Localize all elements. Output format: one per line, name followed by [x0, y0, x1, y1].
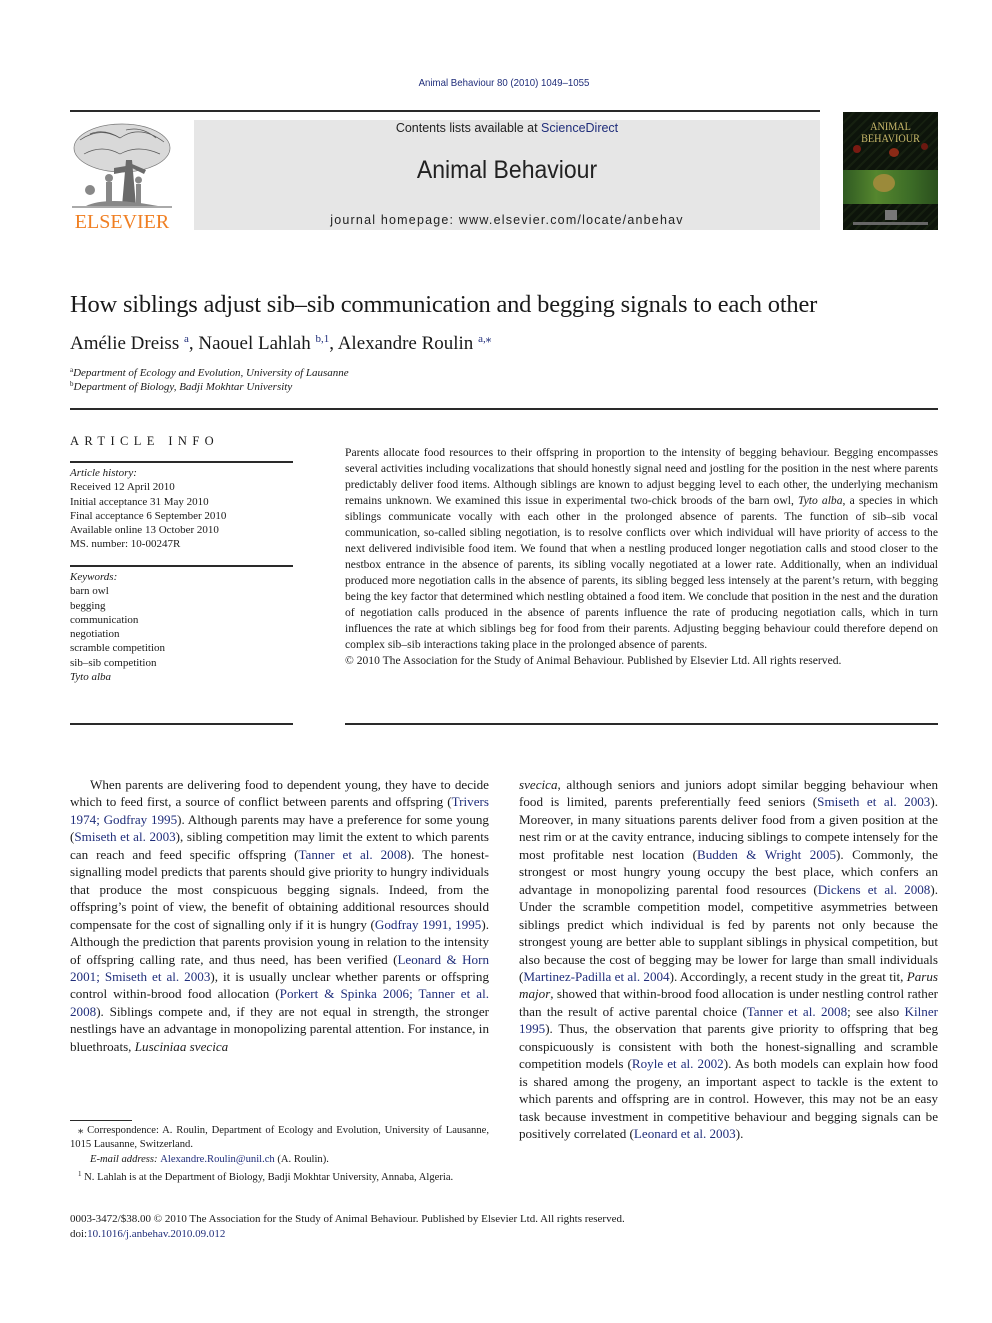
issn-copyright-line: 0003-3472/$38.00 © 2010 The Association …: [70, 1213, 625, 1225]
cover-berry: [853, 145, 861, 153]
section-rule: [70, 408, 938, 410]
citation-link[interactable]: Tanner et al. 2008: [298, 847, 406, 862]
author-separator: ,: [188, 333, 199, 354]
body-text: ).: [735, 1126, 744, 1142]
author-name: Alexandre Roulin: [337, 333, 474, 354]
keyword: barn owl: [70, 585, 109, 598]
author-affiliation-mark[interactable]: b,1: [316, 333, 330, 345]
journal-homepage[interactable]: journal homepage: www.elsevier.com/locat…: [194, 213, 820, 227]
elsevier-wordmark: ELSEVIER: [74, 211, 170, 233]
species-name: Lusciniaa svecica: [134, 1038, 229, 1054]
affiliation: aDepartment of Ecology and Evolution, Un…: [70, 366, 349, 379]
footnote-text: N. Lahlah is at the Department of Biolog…: [81, 1171, 454, 1183]
species-name: Tyto alba: [798, 494, 843, 507]
author-footnote: 1 N. Lahlah is at the Department of Biol…: [70, 1167, 489, 1185]
article-history: Article history: Received 12 April 2010 …: [70, 466, 226, 552]
body-text: When parents are delivering food to depe…: [70, 777, 489, 810]
affiliation-text: Department of Ecology and Evolution, Uni…: [73, 367, 349, 379]
abstract-copyright: © 2010 The Association for the Study of …: [345, 654, 842, 667]
keyword: negotiation: [70, 628, 120, 641]
article-title: How siblings adjust sib–sib communicatio…: [70, 291, 818, 318]
body-paragraph: svecica, although seniors and juniors ad…: [519, 776, 938, 1143]
cover-berry: [889, 148, 899, 157]
contents-prefix: Contents lists available at: [395, 121, 542, 135]
elsevier-tree-icon: [72, 123, 172, 208]
citation-link[interactable]: Leonard et al. 2003: [634, 1126, 736, 1141]
body-paragraph: When parents are delivering food to depe…: [70, 776, 489, 1055]
abstract-text: Parents allocate food resources to their…: [345, 445, 938, 653]
keyword: sib–sib competition: [70, 656, 157, 669]
info-rule: [70, 461, 293, 463]
abstract: Parents allocate food resources to their…: [345, 445, 938, 669]
body-column-right: svecica, although seniors and juniors ad…: [519, 776, 938, 1143]
keywords: Keywords: barn owl begging communication…: [70, 570, 165, 684]
footnotes: ⁎ Correspondence: A. Roulin, Department …: [70, 1124, 489, 1185]
contents-availability: Contents lists available at ScienceDirec…: [194, 121, 820, 135]
citation-link[interactable]: Royle et al. 2002: [632, 1056, 724, 1071]
keywords-label: Keywords:: [70, 571, 118, 583]
author-name: Naouel Lahlah: [198, 333, 311, 354]
citation-link[interactable]: Dickens et al. 2008: [818, 882, 931, 897]
page-footer: 0003-3472/$38.00 © 2010 The Association …: [70, 1212, 625, 1241]
journal-title: Animal Behaviour: [416, 156, 598, 184]
history-item: Available online 13 October 2010: [70, 524, 219, 537]
doi-line: doi:10.1016/j.anbehav.2010.09.012: [70, 1227, 625, 1242]
history-label: Article history:: [70, 467, 137, 479]
keyword: Tyto alba: [70, 671, 112, 684]
cover-berry: [921, 143, 928, 150]
email-link[interactable]: Alexandre.Roulin@unil.ch: [160, 1154, 275, 1165]
journal-banner: Contents lists available at ScienceDirec…: [194, 120, 820, 230]
affiliation-text: Department of Biology, Badji Mokhtar Uni…: [73, 381, 293, 393]
citation-link[interactable]: Smiseth et al. 2003: [817, 794, 930, 809]
keyword: begging: [70, 599, 106, 612]
info-rule: [70, 723, 293, 725]
citation-link[interactable]: Tanner et al. 2008: [747, 1004, 847, 1019]
footnote-text: Correspondence: A. Roulin, Department of…: [70, 1125, 489, 1151]
email-footnote: E-mail address: Alexandre.Roulin@unil.ch…: [70, 1153, 489, 1167]
cover-frog: [873, 174, 895, 192]
author-affiliation-mark[interactable]: a,⁎: [478, 333, 491, 345]
email-label: E-mail address:: [90, 1153, 161, 1165]
correspondence-footnote: ⁎ Correspondence: A. Roulin, Department …: [70, 1124, 489, 1153]
body-column-left: When parents are delivering food to depe…: [70, 776, 489, 1055]
abstract-rule: [345, 723, 938, 725]
cover-title-line2: BEHAVIOUR: [861, 131, 920, 145]
body-text: ). Siblings compete and, if they are not…: [70, 1003, 489, 1054]
history-item: Initial acceptance 31 May 2010: [70, 495, 209, 508]
cover-publisher-seal-icon: [885, 210, 897, 220]
body-text: ). Accordingly, a recent study in the gr…: [669, 968, 907, 984]
author-separator: ,: [329, 333, 338, 354]
info-rule: [70, 565, 293, 567]
journal-cover-image[interactable]: ANIMAL BEHAVIOUR: [843, 112, 938, 230]
cover-title: ANIMAL BEHAVIOUR: [850, 120, 931, 144]
abstract-part: , a species in which siblings communicat…: [345, 494, 938, 651]
citation-link[interactable]: Martinez-Padilla et al. 2004: [523, 969, 669, 984]
article-info-heading: ARTICLE INFO: [70, 434, 220, 448]
header-rule: [70, 110, 820, 112]
author-list: Amélie Dreiss a, Naouel Lahlah b,1, Alex…: [70, 332, 491, 355]
affiliation: bDepartment of Biology, Badji Mokhtar Un…: [70, 380, 292, 393]
body-text: ; see also: [847, 1003, 905, 1019]
email-suffix: (A. Roulin).: [274, 1153, 329, 1165]
sciencedirect-link[interactable]: ScienceDirect: [541, 121, 618, 135]
elsevier-logo[interactable]: ELSEVIER: [70, 120, 174, 232]
author-name: Amélie Dreiss: [70, 333, 180, 354]
history-item: Final acceptance 6 September 2010: [70, 509, 227, 522]
history-item: Received 12 April 2010: [70, 481, 175, 494]
citation-link[interactable]: Budden & Wright 2005: [697, 847, 836, 862]
citation-link[interactable]: Smiseth et al. 2003: [74, 829, 175, 844]
cover-footer-text: [853, 222, 928, 225]
footnote-rule: [70, 1120, 132, 1121]
species-name: svecica: [519, 777, 558, 792]
citation-link[interactable]: Godfray 1991, 1995: [375, 917, 481, 932]
journal-citation-link[interactable]: Animal Behaviour 80 (2010) 1049–1055: [40, 77, 967, 89]
doi-link[interactable]: 10.1016/j.anbehav.2010.09.012: [87, 1228, 225, 1240]
keyword: scramble competition: [70, 642, 165, 655]
doi-prefix: doi:: [70, 1227, 88, 1240]
history-item: MS. number: 10-00247R: [70, 538, 181, 551]
keyword: communication: [70, 613, 139, 626]
